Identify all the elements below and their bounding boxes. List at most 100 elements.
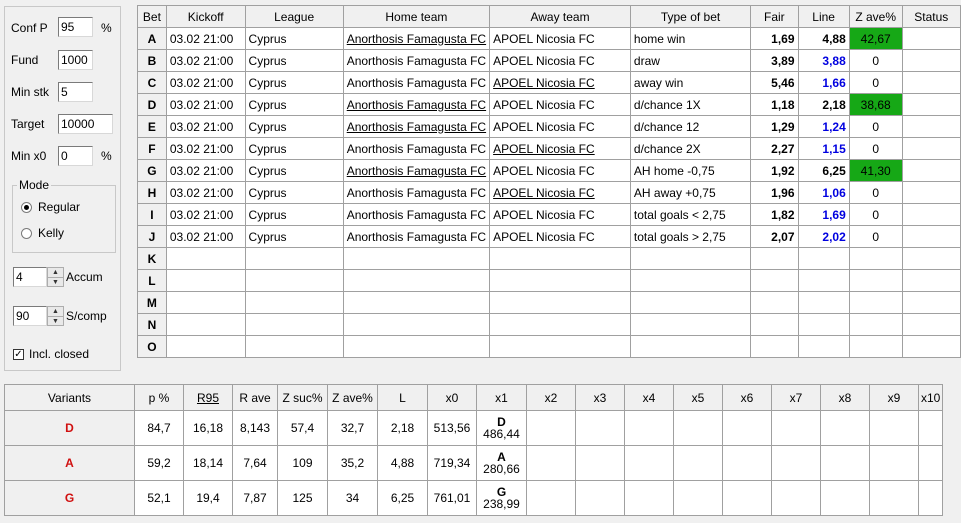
table-row[interactable]: D 03.02 21:00 Cyprus Anorthosis Famagust… bbox=[137, 93, 961, 116]
zave-cell[interactable]: 0 bbox=[848, 71, 903, 94]
l-cell[interactable]: 4,88 bbox=[377, 445, 428, 481]
line-cell[interactable]: 2,18 bbox=[797, 93, 850, 116]
line-cell[interactable]: 4,88 bbox=[797, 27, 850, 50]
spin-down-icon[interactable]: ▼ bbox=[48, 316, 63, 326]
row-header[interactable]: C bbox=[137, 71, 167, 94]
col-header-x1[interactable]: x1 bbox=[476, 384, 527, 411]
fair-cell[interactable]: 1,96 bbox=[750, 181, 799, 204]
rave-cell[interactable]: 7,64 bbox=[232, 445, 278, 481]
league-cell[interactable]: Cyprus bbox=[244, 27, 344, 50]
away-team-cell[interactable]: APOEL Nicosia FC bbox=[489, 159, 631, 182]
col-header-r95[interactable]: R95 bbox=[183, 384, 233, 411]
zsuc-cell[interactable]: 57,4 bbox=[277, 410, 328, 446]
away-team-cell[interactable]: APOEL Nicosia FC bbox=[489, 115, 631, 138]
kickoff-cell[interactable]: 03.02 21:00 bbox=[165, 71, 246, 94]
row-header[interactable]: A bbox=[137, 27, 167, 50]
zave-cell[interactable]: 42,67 bbox=[848, 27, 903, 50]
status-cell[interactable] bbox=[901, 181, 961, 204]
zave-cell[interactable]: 41,30 bbox=[848, 159, 903, 182]
league-cell[interactable]: Cyprus bbox=[244, 159, 344, 182]
l-cell[interactable]: 6,25 bbox=[377, 480, 428, 516]
table-row[interactable]: G 52,1 19,4 7,87 125 34 6,25 761,01 G 238… bbox=[4, 480, 944, 516]
row-header[interactable]: I bbox=[137, 203, 167, 226]
zave-cell[interactable]: 0 bbox=[848, 137, 903, 160]
status-cell[interactable] bbox=[901, 225, 961, 248]
row-header[interactable]: B bbox=[137, 49, 167, 72]
away-team-cell[interactable]: APOEL Nicosia FC bbox=[489, 71, 631, 94]
col-header-x9[interactable]: x9 bbox=[869, 384, 919, 411]
table-row[interactable]: M bbox=[137, 291, 961, 314]
away-team-cell[interactable]: APOEL Nicosia FC bbox=[489, 27, 631, 50]
p-cell[interactable]: 59,2 bbox=[134, 445, 184, 481]
zave-cell[interactable]: 32,7 bbox=[327, 410, 378, 446]
table-row[interactable]: L bbox=[137, 269, 961, 292]
col-header-type[interactable]: Type of bet bbox=[629, 5, 752, 28]
zave-cell[interactable]: 0 bbox=[848, 203, 903, 226]
bet-type-cell[interactable]: d/chance 2X bbox=[629, 137, 752, 160]
row-header[interactable]: D bbox=[137, 93, 167, 116]
row-header[interactable]: O bbox=[137, 335, 167, 358]
col-header-rave[interactable]: R ave bbox=[232, 384, 278, 411]
bet-type-cell[interactable]: home win bbox=[629, 27, 752, 50]
line-cell[interactable]: 1,06 bbox=[797, 181, 850, 204]
fair-cell[interactable]: 1,18 bbox=[750, 93, 799, 116]
table-row[interactable]: G 03.02 21:00 Cyprus Anorthosis Famagust… bbox=[137, 159, 961, 182]
r95-cell[interactable]: 16,18 bbox=[183, 410, 233, 446]
col-header-league[interactable]: League bbox=[244, 5, 344, 28]
line-cell[interactable]: 3,88 bbox=[797, 49, 850, 72]
table-row[interactable]: F 03.02 21:00 Cyprus Anorthosis Famagust… bbox=[137, 137, 961, 160]
status-cell[interactable] bbox=[901, 93, 961, 116]
kickoff-cell[interactable]: 03.02 21:00 bbox=[165, 27, 246, 50]
row-header[interactable]: E bbox=[137, 115, 167, 138]
home-team-cell[interactable]: Anorthosis Famagusta FC bbox=[342, 93, 491, 116]
r95-cell[interactable]: 19,4 bbox=[183, 480, 233, 516]
away-team-cell[interactable]: APOEL Nicosia FC bbox=[489, 203, 631, 226]
status-cell[interactable] bbox=[901, 137, 961, 160]
target-input[interactable] bbox=[58, 114, 113, 134]
col-header-x6[interactable]: x6 bbox=[722, 384, 772, 411]
accum-spin-buttons[interactable]: ▲ ▼ bbox=[47, 267, 64, 287]
col-header-bet[interactable]: Bet bbox=[137, 5, 167, 28]
kickoff-cell[interactable]: 03.02 21:00 bbox=[165, 203, 246, 226]
home-team-cell[interactable]: Anorthosis Famagusta FC bbox=[342, 71, 491, 94]
x0-cell[interactable]: 513,56 bbox=[427, 410, 477, 446]
col-header-away-team[interactable]: Away team bbox=[489, 5, 631, 28]
status-cell[interactable] bbox=[901, 115, 961, 138]
fair-cell[interactable]: 1,69 bbox=[750, 27, 799, 50]
bet-type-cell[interactable]: d/chance 1X bbox=[629, 93, 752, 116]
kickoff-cell[interactable]: 03.02 21:00 bbox=[165, 159, 246, 182]
league-cell[interactable]: Cyprus bbox=[244, 71, 344, 94]
table-row[interactable]: C 03.02 21:00 Cyprus Anorthosis Famagust… bbox=[137, 71, 961, 94]
line-cell[interactable]: 2,02 bbox=[797, 225, 850, 248]
x1-cell[interactable]: G 238,99 bbox=[476, 480, 527, 516]
x1-cell[interactable]: A 280,66 bbox=[476, 445, 527, 481]
bet-type-cell[interactable]: total goals < 2,75 bbox=[629, 203, 752, 226]
p-cell[interactable]: 52,1 bbox=[134, 480, 184, 516]
col-header-x0[interactable]: x0 bbox=[427, 384, 477, 411]
table-row[interactable]: N bbox=[137, 313, 961, 336]
row-header[interactable]: H bbox=[137, 181, 167, 204]
col-header-zave[interactable]: Z ave% bbox=[327, 384, 378, 411]
min-stk-input[interactable] bbox=[58, 82, 93, 102]
kickoff-cell[interactable]: 03.02 21:00 bbox=[165, 49, 246, 72]
fair-cell[interactable]: 1,29 bbox=[750, 115, 799, 138]
bet-type-cell[interactable]: AH away +0,75 bbox=[629, 181, 752, 204]
variant-cell[interactable]: G bbox=[4, 480, 135, 516]
line-cell[interactable]: 1,69 bbox=[797, 203, 850, 226]
mode-kelly-radio[interactable]: Kelly bbox=[21, 226, 64, 240]
col-header-x5[interactable]: x5 bbox=[673, 384, 723, 411]
bet-type-cell[interactable]: d/chance 12 bbox=[629, 115, 752, 138]
home-team-cell[interactable]: Anorthosis Famagusta FC bbox=[342, 225, 491, 248]
league-cell[interactable]: Cyprus bbox=[244, 203, 344, 226]
zave-cell[interactable]: 35,2 bbox=[327, 445, 378, 481]
league-cell[interactable]: Cyprus bbox=[244, 115, 344, 138]
spin-up-icon[interactable]: ▲ bbox=[48, 307, 63, 316]
bet-type-cell[interactable]: AH home -0,75 bbox=[629, 159, 752, 182]
status-cell[interactable] bbox=[901, 159, 961, 182]
col-header-line[interactable]: Line bbox=[797, 5, 850, 28]
home-team-cell[interactable]: Anorthosis Famagusta FC bbox=[342, 181, 491, 204]
zave-cell[interactable]: 0 bbox=[848, 225, 903, 248]
league-cell[interactable]: Cyprus bbox=[244, 181, 344, 204]
col-header-fair[interactable]: Fair bbox=[750, 5, 799, 28]
x1-cell[interactable]: D 486,44 bbox=[476, 410, 527, 446]
